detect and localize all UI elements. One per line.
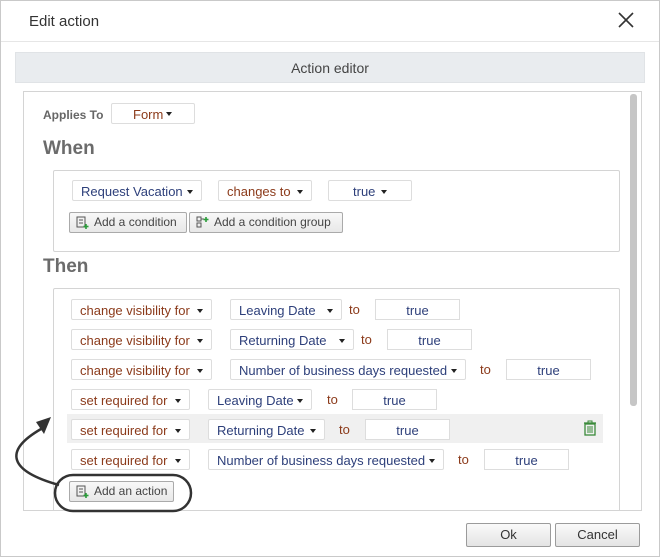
edit-action-dialog: Edit action Action editor Applies To For… xyxy=(0,0,660,557)
action-field-dropdown[interactable]: Leaving Date xyxy=(208,389,312,410)
to-label: to xyxy=(327,392,338,407)
chevron-down-icon xyxy=(451,369,457,373)
action-type-dropdown[interactable]: change visibility for xyxy=(71,329,212,350)
add-action-button[interactable]: Add an action xyxy=(69,481,174,502)
action-field-dropdown[interactable]: Returning Date xyxy=(230,329,354,350)
action-value-field[interactable]: true xyxy=(484,449,569,470)
chevron-down-icon xyxy=(197,369,203,373)
add-condition-icon xyxy=(76,216,89,229)
vertical-scrollbar[interactable] xyxy=(630,94,637,406)
action-type-dropdown[interactable]: set required for xyxy=(71,389,190,410)
action-editor-body: Applies To Form When Request Vacation ch… xyxy=(23,91,642,511)
applies-to-label: Applies To xyxy=(43,108,104,122)
when-heading: When xyxy=(43,138,95,159)
add-condition-group-button[interactable]: Add a condition group xyxy=(189,212,343,233)
chevron-down-icon xyxy=(197,339,203,343)
action-type-value: change visibility for xyxy=(80,363,190,378)
chevron-down-icon xyxy=(327,309,333,313)
chevron-down-icon xyxy=(297,399,303,403)
chevron-down-icon xyxy=(166,112,172,116)
action-type-value: set required for xyxy=(80,423,168,438)
action-field-value: Returning Date xyxy=(217,423,305,438)
action-field-value: Returning Date xyxy=(239,333,327,348)
chevron-down-icon xyxy=(381,190,387,194)
action-field-value: Number of business days requested xyxy=(239,363,448,378)
action-type-value: change visibility for xyxy=(80,303,190,318)
add-condition-group-icon xyxy=(196,216,209,228)
when-operator-value: changes to xyxy=(227,184,291,199)
action-field-value: Number of business days requested xyxy=(217,453,426,468)
applies-to-dropdown[interactable]: Form xyxy=(111,103,195,124)
then-heading: Then xyxy=(43,256,89,277)
action-field-dropdown[interactable]: Leaving Date xyxy=(230,299,342,320)
chevron-down-icon xyxy=(297,190,303,194)
action-type-dropdown[interactable]: set required for xyxy=(71,419,190,440)
action-field-value: Leaving Date xyxy=(239,303,316,318)
action-field-dropdown[interactable]: Returning Date xyxy=(208,419,325,440)
action-type-value: change visibility for xyxy=(80,333,190,348)
chevron-down-icon xyxy=(197,309,203,313)
title-bar: Edit action xyxy=(1,1,659,42)
when-panel: Request Vacation changes to true Add a c… xyxy=(53,170,620,252)
to-label: to xyxy=(361,332,372,347)
action-type-value: set required for xyxy=(80,393,168,408)
chevron-down-icon xyxy=(175,429,181,433)
close-icon[interactable] xyxy=(615,9,637,31)
action-value-field[interactable]: true xyxy=(352,389,437,410)
dialog-title: Edit action xyxy=(29,13,100,30)
action-value-field[interactable]: true xyxy=(375,299,460,320)
trash-icon[interactable] xyxy=(583,420,597,436)
when-operator-dropdown[interactable]: changes to xyxy=(218,180,312,201)
when-value-dropdown[interactable]: true xyxy=(328,180,412,201)
chevron-down-icon xyxy=(175,459,181,463)
action-type-dropdown[interactable]: change visibility for xyxy=(71,299,212,320)
cancel-button[interactable]: Cancel xyxy=(555,523,640,547)
action-field-value: Leaving Date xyxy=(217,393,294,408)
add-condition-label: Add a condition xyxy=(94,215,177,229)
add-action-icon xyxy=(76,485,89,498)
to-label: to xyxy=(349,302,360,317)
to-label: to xyxy=(339,422,350,437)
action-value-field[interactable]: true xyxy=(506,359,591,380)
add-condition-button[interactable]: Add a condition xyxy=(69,212,187,233)
ok-button[interactable]: Ok xyxy=(466,523,551,547)
action-type-dropdown[interactable]: set required for xyxy=(71,449,190,470)
action-field-dropdown[interactable]: Number of business days requested xyxy=(208,449,444,470)
action-type-dropdown[interactable]: change visibility for xyxy=(71,359,212,380)
when-field-dropdown[interactable]: Request Vacation xyxy=(72,180,202,201)
action-editor-header: Action editor xyxy=(15,52,645,83)
applies-to-value: Form xyxy=(133,107,164,122)
add-condition-group-label: Add a condition group xyxy=(214,215,331,229)
chevron-down-icon xyxy=(187,190,193,194)
when-field-value: Request Vacation xyxy=(81,184,183,199)
action-field-dropdown[interactable]: Number of business days requested xyxy=(230,359,466,380)
action-value-field[interactable]: true xyxy=(387,329,472,350)
to-label: to xyxy=(480,362,491,377)
to-label: to xyxy=(458,452,469,467)
add-action-label: Add an action xyxy=(94,484,168,498)
chevron-down-icon xyxy=(175,399,181,403)
chevron-down-icon xyxy=(429,459,435,463)
action-value-field[interactable]: true xyxy=(365,419,450,440)
chevron-down-icon xyxy=(339,339,345,343)
when-value: true xyxy=(353,184,376,199)
chevron-down-icon xyxy=(310,429,316,433)
action-type-value: set required for xyxy=(80,453,168,468)
